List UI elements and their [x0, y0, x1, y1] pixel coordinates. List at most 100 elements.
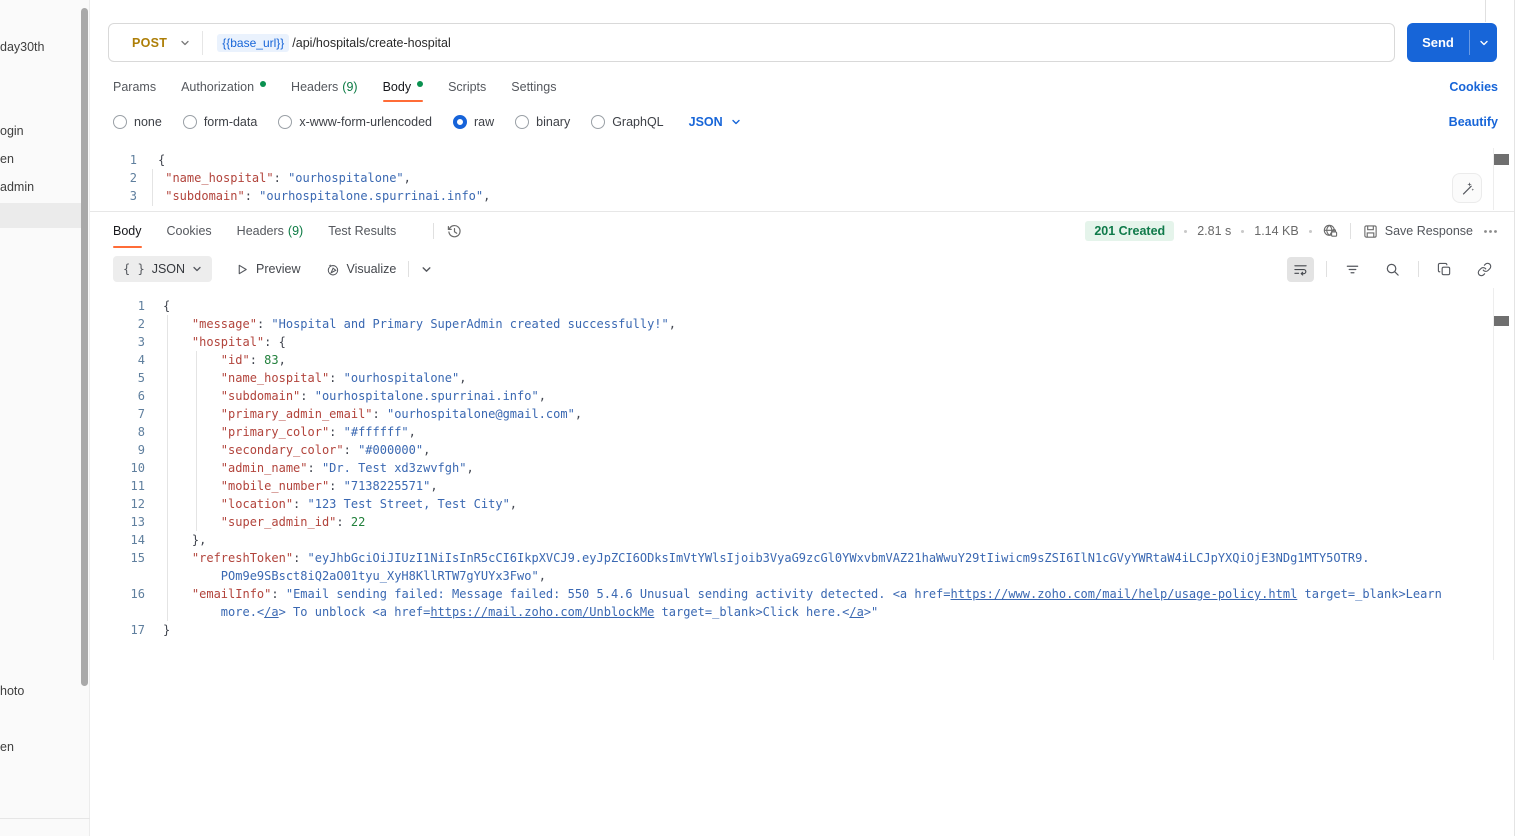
code-line: 12 "location": "123 Test Street, Test Ci…: [90, 495, 1490, 513]
response-tab-test-results[interactable]: Test Results: [328, 214, 396, 248]
response-tab-cookies[interactable]: Cookies: [167, 214, 212, 248]
response-tab-body[interactable]: Body: [113, 214, 142, 248]
response-more-actions-icon[interactable]: [1483, 224, 1498, 239]
code-line: 3 "hospital": {: [90, 333, 1490, 351]
request-tab-authorization[interactable]: Authorization: [181, 71, 266, 102]
code-line: more.</a> To unblock <a href=https://mai…: [90, 603, 1490, 621]
send-button[interactable]: Send: [1407, 23, 1497, 62]
green-dot-icon: [417, 81, 423, 87]
save-response-label: Save Response: [1385, 224, 1473, 238]
request-tab-body[interactable]: Body: [383, 71, 424, 102]
sidebar-scrollbar[interactable]: [81, 8, 88, 686]
search-icon[interactable]: [1379, 257, 1406, 282]
sidebar-item[interactable]: hoto: [0, 684, 24, 698]
wrap-text-icon[interactable]: [1287, 257, 1314, 282]
send-button-label: Send: [1407, 23, 1469, 62]
response-format-selector[interactable]: { } JSON: [113, 256, 212, 282]
request-editor-scroll-thumb[interactable]: [1494, 154, 1509, 165]
preview-button[interactable]: Preview: [236, 262, 300, 276]
meta-separator-dot: [1309, 230, 1312, 233]
body-type-form-data[interactable]: form-data: [183, 115, 258, 129]
code-line: 2 "name_hospital": "ourhospitalone",: [90, 169, 1490, 187]
code-line: 6 "subdomain": "ourhospitalone.spurrinai…: [90, 387, 1490, 405]
copy-icon[interactable]: [1431, 257, 1458, 282]
magic-wand-icon: [1459, 180, 1475, 196]
body-type-raw[interactable]: raw: [453, 115, 494, 129]
request-tab-settings[interactable]: Settings: [511, 71, 556, 102]
code-line: 3 "subdomain": "ourhospitalone.spurrinai…: [90, 187, 1490, 205]
chevron-down-icon: [192, 264, 202, 274]
viewer-options-chevron-icon[interactable]: [421, 264, 432, 275]
radio-icon: [515, 115, 529, 129]
request-tabs: Params Authorization Headers(9) Body Scripts…: [113, 71, 581, 102]
link-icon[interactable]: [1471, 257, 1498, 282]
divider: [1326, 261, 1327, 277]
method-selector[interactable]: POST: [109, 36, 202, 50]
code-line: 1{: [90, 297, 1490, 315]
sidebar-item[interactable]: admin: [0, 180, 34, 194]
request-body-editor[interactable]: 1{2 "name_hospital": "ourhospitalone",3 …: [90, 146, 1490, 211]
sidebar-bottom-divider: [0, 818, 90, 819]
right-gutter: [1514, 0, 1528, 836]
language-selector[interactable]: JSON: [689, 115, 741, 129]
request-tab-scripts[interactable]: Scripts: [448, 71, 486, 102]
sidebar-item[interactable]: en: [0, 152, 14, 166]
sidebar-item-selected[interactable]: [0, 203, 81, 228]
network-info-globe-icon[interactable]: [1322, 223, 1338, 239]
response-toolbar: { } JSON Preview Visualize: [113, 254, 1498, 284]
code-line: 7 "primary_admin_email": "ourhospitalone…: [90, 405, 1490, 423]
send-options-chevron-icon[interactable]: [1470, 23, 1497, 62]
response-editor-scroll-thumb[interactable]: [1494, 316, 1509, 326]
chevron-down-icon: [180, 38, 190, 48]
sidebar-items: day30th ogin en admin hoto en: [0, 0, 89, 836]
code-line: 10 "admin_name": "Dr. Test xd3zwvfgh",: [90, 459, 1490, 477]
url-path[interactable]: /api/hospitals/create-hospital: [292, 36, 450, 50]
body-type-none[interactable]: none: [113, 115, 162, 129]
response-body-editor[interactable]: 1{2 "message": "Hospital and Primary Sup…: [90, 288, 1490, 836]
meta-separator-dot: [1241, 230, 1244, 233]
beautify-link[interactable]: Beautify: [1449, 115, 1498, 129]
divider: [1350, 223, 1351, 239]
visualize-button[interactable]: Visualize: [325, 262, 397, 277]
filter-icon[interactable]: [1339, 257, 1366, 282]
response-toolbar-right: [1287, 257, 1498, 282]
body-type-binary[interactable]: binary: [515, 115, 570, 129]
body-type-graphql[interactable]: GraphQL: [591, 115, 663, 129]
sidebar-item[interactable]: ogin: [0, 124, 24, 138]
radio-icon: [591, 115, 605, 129]
body-type-x-www-form-urlencoded[interactable]: x-www-form-urlencoded: [278, 115, 432, 129]
radio-icon: [183, 115, 197, 129]
request-tab-headers[interactable]: Headers(9): [291, 71, 358, 102]
code-line: 14 },: [90, 531, 1490, 549]
green-dot-icon: [260, 81, 266, 87]
indent-guide: [167, 315, 168, 621]
code-line: 5 "name_hospital": "ourhospitalone",: [90, 369, 1490, 387]
response-history-icon[interactable]: [446, 223, 463, 240]
radio-icon: [278, 115, 292, 129]
url-variable-chip[interactable]: {{base_url}}: [217, 34, 289, 52]
play-icon: [236, 263, 249, 276]
code-line: 2 "message": "Hospital and Primary Super…: [90, 315, 1490, 333]
meta-separator-dot: [1184, 230, 1187, 233]
response-tabs: Body Cookies Headers(9) Test Results: [113, 214, 421, 248]
response-meta: 201 Created 2.81 s 1.14 KB Save Response: [1085, 221, 1498, 241]
code-line: 16 "emailInfo": "Email sending failed: M…: [90, 585, 1490, 603]
radio-icon: [113, 115, 127, 129]
code-line: 1{: [90, 151, 1490, 169]
request-tab-params[interactable]: Params: [113, 71, 156, 102]
cookies-link[interactable]: Cookies: [1449, 80, 1498, 94]
divider: [408, 261, 409, 277]
postbot-ai-button[interactable]: [1452, 173, 1482, 203]
response-tab-headers[interactable]: Headers(9): [237, 214, 304, 248]
save-icon: [1363, 224, 1378, 239]
url-bar: POST {{base_url}} /api/hospitals/create-…: [108, 23, 1395, 62]
save-response-button[interactable]: Save Response: [1363, 224, 1473, 239]
request-tabs-row: Params Authorization Headers(9) Body Scripts…: [113, 71, 1498, 102]
visualize-label: Visualize: [347, 262, 397, 276]
language-label: JSON: [689, 115, 723, 129]
url-divider: [202, 31, 203, 55]
code-line: 4 "id": 83,: [90, 351, 1490, 369]
sidebar-item[interactable]: day30th: [0, 40, 44, 54]
sidebar-item[interactable]: en: [0, 740, 14, 754]
method-label: POST: [132, 36, 167, 50]
